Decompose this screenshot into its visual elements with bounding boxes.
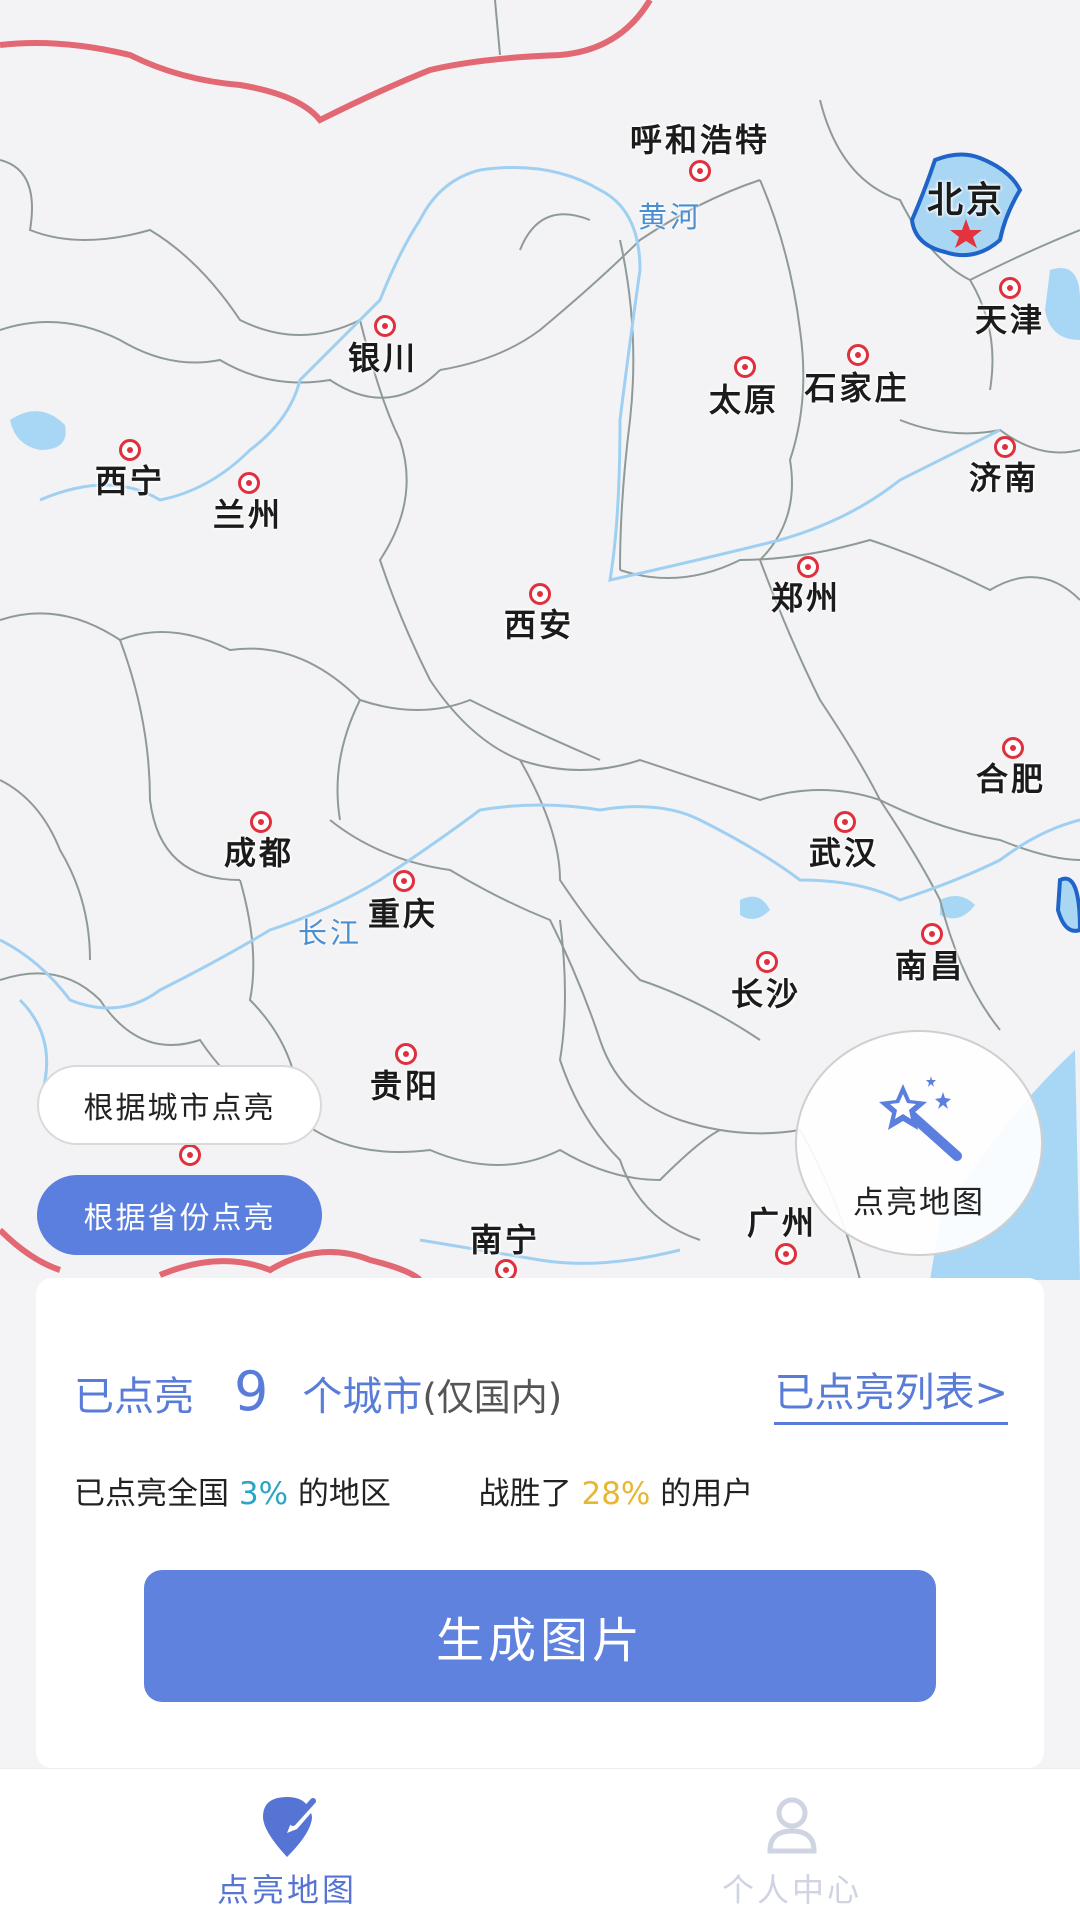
- city-marker[interactable]: [495, 1259, 517, 1280]
- beat-percent: 28%: [581, 1476, 651, 1512]
- city-label-changsha[interactable]: 长沙: [731, 969, 801, 1015]
- lit-count-line: 已点亮 9 个城市(仅国内): [74, 1360, 562, 1423]
- tab-light-map[interactable]: 点亮地图: [137, 1769, 437, 1921]
- city-label-chongqing[interactable]: 重庆: [368, 889, 438, 935]
- tab-profile-label: 个人中心: [721, 1871, 862, 1909]
- city-label-wuhan[interactable]: 武汉: [809, 828, 879, 874]
- river-label-huanghe: 黄河: [637, 200, 703, 234]
- magic-wand-icon: [879, 1076, 962, 1161]
- light-by-province-button[interactable]: 根据省份点亮: [37, 1175, 322, 1255]
- beat-suffix: 的用户: [660, 1476, 754, 1512]
- lit-note: (仅国内): [422, 1376, 563, 1419]
- light-map-label: 点亮地图: [853, 1185, 985, 1221]
- bottom-tab-bar: 点亮地图 个人中心: [0, 1768, 1080, 1921]
- city-label-xian[interactable]: 西安: [504, 600, 574, 646]
- city-label-xining[interactable]: 西宁: [95, 456, 165, 502]
- city-marker[interactable]: [775, 1243, 797, 1265]
- generate-image-button[interactable]: 生成图片: [144, 1570, 936, 1702]
- city-label-chengdu[interactable]: 成都: [224, 828, 294, 874]
- light-map-button[interactable]: 点亮地图: [795, 1030, 1043, 1256]
- country-prefix: 已点亮全国: [74, 1476, 229, 1512]
- light-by-city-button[interactable]: 根据城市点亮: [37, 1065, 322, 1145]
- map-pin-edit-icon: [263, 1797, 316, 1857]
- tab-profile[interactable]: 个人中心: [642, 1769, 942, 1921]
- city-label-nanchang[interactable]: 南昌: [895, 941, 965, 987]
- lit-count: 9: [234, 1360, 269, 1423]
- city-label-jinan[interactable]: 济南: [969, 453, 1039, 499]
- user-icon: [767, 1797, 817, 1854]
- city-label-shijiazhuang[interactable]: 石家庄: [804, 363, 909, 409]
- city-label-yinchuan[interactable]: 银川: [348, 333, 418, 379]
- city-label-lanzhou[interactable]: 兰州: [213, 490, 283, 536]
- country-suffix: 的地区: [297, 1476, 391, 1512]
- city-label-nanning[interactable]: 南宁: [470, 1215, 540, 1261]
- lit-list-link[interactable]: 已点亮列表>: [774, 1360, 1008, 1425]
- china-map[interactable]: 呼和浩特 北京 天津 银川 太原 石家庄 西宁 兰州 济南 郑州 西安 合肥 成…: [0, 0, 1080, 1280]
- city-label-guiyang[interactable]: 贵阳: [370, 1061, 440, 1107]
- summary-card: 已点亮 9 个城市(仅国内) 已点亮列表> 已点亮全国 3% 的地区 战胜了 28%…: [36, 1278, 1044, 1768]
- lit-prefix: 已点亮: [74, 1374, 194, 1420]
- stats-line: 已点亮全国 3% 的地区 战胜了 28% 的用户: [74, 1468, 753, 1513]
- city-label-hohhot[interactable]: 呼和浩特: [630, 115, 770, 161]
- city-label-hefei[interactable]: 合肥: [976, 754, 1046, 800]
- city-label-taiyuan[interactable]: 太原: [709, 375, 779, 421]
- city-label-beijing[interactable]: 北京: [927, 171, 1005, 223]
- tab-light-map-label: 点亮地图: [216, 1871, 357, 1909]
- city-marker[interactable]: [179, 1144, 201, 1166]
- beat-prefix: 战胜了: [478, 1476, 572, 1512]
- lit-unit: 个城市: [302, 1374, 423, 1420]
- city-label-tianjin[interactable]: 天津: [975, 295, 1045, 341]
- river-label-changjiang: 长江: [297, 916, 363, 950]
- country-percent: 3%: [238, 1476, 289, 1512]
- city-marker[interactable]: [689, 160, 711, 182]
- city-label-zhengzhou[interactable]: 郑州: [771, 573, 841, 619]
